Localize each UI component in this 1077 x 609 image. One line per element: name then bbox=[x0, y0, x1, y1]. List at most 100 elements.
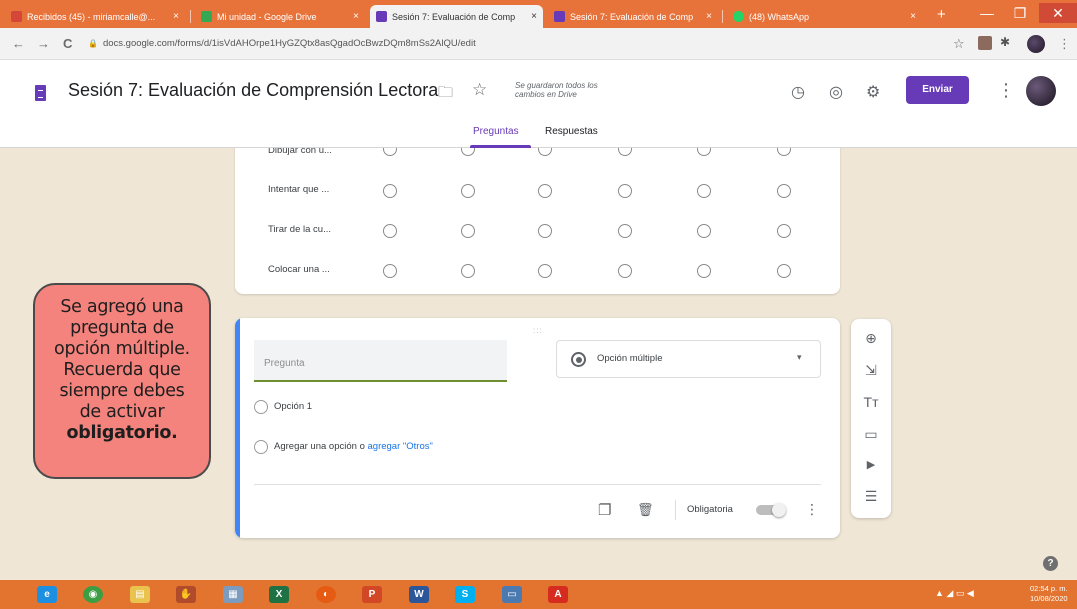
close-icon[interactable]: × bbox=[531, 11, 537, 22]
preview-eye-icon[interactable]: ◎ bbox=[829, 82, 843, 102]
radio-button[interactable] bbox=[538, 148, 552, 156]
close-icon[interactable]: × bbox=[173, 11, 179, 22]
bookmark-star-icon[interactable]: ☆ bbox=[953, 36, 965, 52]
add-image-icon[interactable]: ▭ bbox=[863, 426, 879, 443]
tab-whatsapp[interactable]: (48) WhatsApp × bbox=[727, 5, 922, 28]
taskbar-monitor-button[interactable]: ▭ bbox=[499, 583, 525, 606]
help-icon[interactable]: ? bbox=[1043, 556, 1058, 571]
forward-icon[interactable]: → bbox=[37, 36, 50, 51]
duplicate-icon[interactable]: ❐ bbox=[598, 501, 611, 519]
radio-button[interactable] bbox=[697, 184, 711, 198]
radio-button[interactable] bbox=[383, 264, 397, 278]
multiple-choice-question-card[interactable]: ::: Pregunta Opción múltiple ▾ Opción 1 … bbox=[235, 318, 840, 538]
radio-button[interactable] bbox=[383, 224, 397, 238]
tab-responses[interactable]: Respuestas bbox=[545, 126, 598, 137]
radio-button[interactable] bbox=[777, 264, 791, 278]
taskbar-ie-button[interactable]: e bbox=[34, 583, 60, 606]
form-title[interactable]: Sesión 7: Evaluación de Comprensión Lect… bbox=[68, 80, 438, 101]
google-forms-logo-icon[interactable] bbox=[35, 85, 46, 101]
radio-button[interactable] bbox=[538, 264, 552, 278]
system-tray-icons[interactable]: ▲ ◢ ▭ ◀ bbox=[935, 588, 974, 599]
radio-button[interactable] bbox=[697, 264, 711, 278]
minimize-button[interactable]: — bbox=[972, 3, 1002, 23]
option-label[interactable]: Opción 1 bbox=[274, 401, 312, 412]
more-options-icon[interactable]: ⋮ bbox=[997, 80, 1015, 101]
url-field[interactable]: 🔒 docs.google.com/forms/d/1isVdAHOrpe1HyG… bbox=[88, 34, 948, 54]
taskbar-chrome-button[interactable]: ◉ bbox=[80, 583, 106, 606]
close-icon[interactable]: × bbox=[910, 11, 916, 22]
taskbar-powerpoint-button[interactable]: P bbox=[359, 583, 385, 606]
radio-button[interactable] bbox=[777, 224, 791, 238]
taskbar-clock[interactable]: 02:54 p. m. 10/08/2020 bbox=[1030, 584, 1068, 604]
tab-forms-active[interactable]: Sesión 7: Evaluación de Comp × bbox=[370, 5, 543, 28]
reload-icon[interactable]: C bbox=[63, 36, 72, 51]
back-icon[interactable]: ← bbox=[12, 36, 25, 51]
radio-button[interactable] bbox=[697, 148, 711, 156]
radio-button[interactable] bbox=[777, 184, 791, 198]
lock-icon: 🔒 bbox=[88, 39, 98, 48]
grid-question-card[interactable]: Dibujar con u... Intentar que ... Tirar … bbox=[235, 148, 840, 294]
question-type-dropdown[interactable]: Opción múltiple ▾ bbox=[556, 340, 821, 378]
add-option-link[interactable]: Agregar una opción bbox=[274, 441, 357, 452]
radio-button[interactable] bbox=[697, 224, 711, 238]
taskbar-word-button[interactable]: W bbox=[406, 583, 432, 606]
browser-menu-icon[interactable]: ⋮ bbox=[1058, 36, 1071, 52]
taskbar-firefox-button[interactable]: ◐ bbox=[313, 583, 339, 606]
taskbar-hand-app-button[interactable]: ✋ bbox=[173, 583, 199, 606]
radio-button[interactable] bbox=[383, 148, 397, 156]
add-other-link[interactable]: agregar "Otros" bbox=[368, 441, 433, 452]
drag-handle-icon[interactable]: ::: bbox=[533, 326, 543, 335]
radio-button[interactable] bbox=[461, 148, 475, 156]
radio-button[interactable] bbox=[777, 148, 791, 156]
question-input[interactable]: Pregunta bbox=[254, 340, 507, 382]
required-toggle[interactable] bbox=[754, 503, 788, 517]
forms-icon bbox=[554, 11, 565, 22]
move-to-folder-icon[interactable]: 🗀 bbox=[438, 82, 453, 107]
maximize-button[interactable]: ❐ bbox=[1005, 3, 1035, 23]
extension-icon[interactable] bbox=[978, 36, 992, 50]
settings-gear-icon[interactable]: ⚙ bbox=[866, 82, 880, 102]
import-questions-icon[interactable]: ⇲ bbox=[863, 362, 879, 379]
taskbar-acrobat-button[interactable]: A bbox=[545, 583, 571, 606]
tab-label: (48) WhatsApp bbox=[749, 11, 810, 22]
radio-checked-icon bbox=[571, 352, 586, 367]
taskbar-explorer-button[interactable]: ▤ bbox=[127, 583, 153, 606]
extensions-puzzle-icon[interactable]: ✱ bbox=[1000, 35, 1014, 49]
new-tab-button[interactable]: + bbox=[937, 6, 946, 23]
radio-button[interactable] bbox=[461, 184, 475, 198]
tab-forms[interactable]: Sesión 7: Evaluación de Comp × bbox=[548, 5, 718, 28]
window-close-button[interactable]: ✕ bbox=[1039, 3, 1077, 23]
radio-button[interactable] bbox=[538, 184, 552, 198]
whatsapp-icon bbox=[733, 11, 744, 22]
more-options-icon[interactable]: ⋮ bbox=[805, 501, 819, 518]
add-section-icon[interactable]: ☰ bbox=[863, 488, 879, 505]
star-icon[interactable]: ☆ bbox=[472, 80, 487, 100]
taskbar-file-button[interactable]: ▦ bbox=[220, 583, 246, 606]
browser-profile-avatar[interactable] bbox=[1027, 35, 1045, 53]
close-icon[interactable]: × bbox=[353, 11, 359, 22]
tab-questions[interactable]: Preguntas bbox=[473, 126, 519, 137]
add-video-icon[interactable]: ▶ bbox=[863, 458, 879, 471]
delete-trash-icon[interactable]: 🗑 bbox=[637, 502, 654, 518]
add-title-icon[interactable]: Tт bbox=[863, 394, 879, 410]
palette-icon[interactable]: ◷ bbox=[791, 82, 805, 102]
tab-drive[interactable]: Mi unidad - Google Drive × bbox=[195, 5, 365, 28]
user-avatar[interactable] bbox=[1026, 76, 1056, 106]
forms-header: Sesión 7: Evaluación de Comprensión Lect… bbox=[0, 60, 1077, 148]
close-icon[interactable]: × bbox=[706, 11, 712, 22]
radio-button[interactable] bbox=[461, 264, 475, 278]
radio-button[interactable] bbox=[618, 224, 632, 238]
radio-button[interactable] bbox=[538, 224, 552, 238]
radio-button[interactable] bbox=[618, 184, 632, 198]
taskbar-excel-button[interactable]: X bbox=[266, 583, 292, 606]
tab-gmail[interactable]: Recibidos (45) - miriamcalle@... × bbox=[5, 5, 185, 28]
send-button[interactable]: Enviar bbox=[906, 76, 969, 104]
grid-row: Colocar una ... bbox=[235, 251, 840, 291]
radio-button[interactable] bbox=[618, 148, 632, 156]
taskbar-skype-button[interactable]: S bbox=[452, 583, 478, 606]
add-question-icon[interactable]: ⊕ bbox=[863, 330, 879, 347]
radio-button[interactable] bbox=[383, 184, 397, 198]
grid-row: Tirar de la cu... bbox=[235, 211, 840, 251]
radio-button[interactable] bbox=[618, 264, 632, 278]
radio-button[interactable] bbox=[461, 224, 475, 238]
